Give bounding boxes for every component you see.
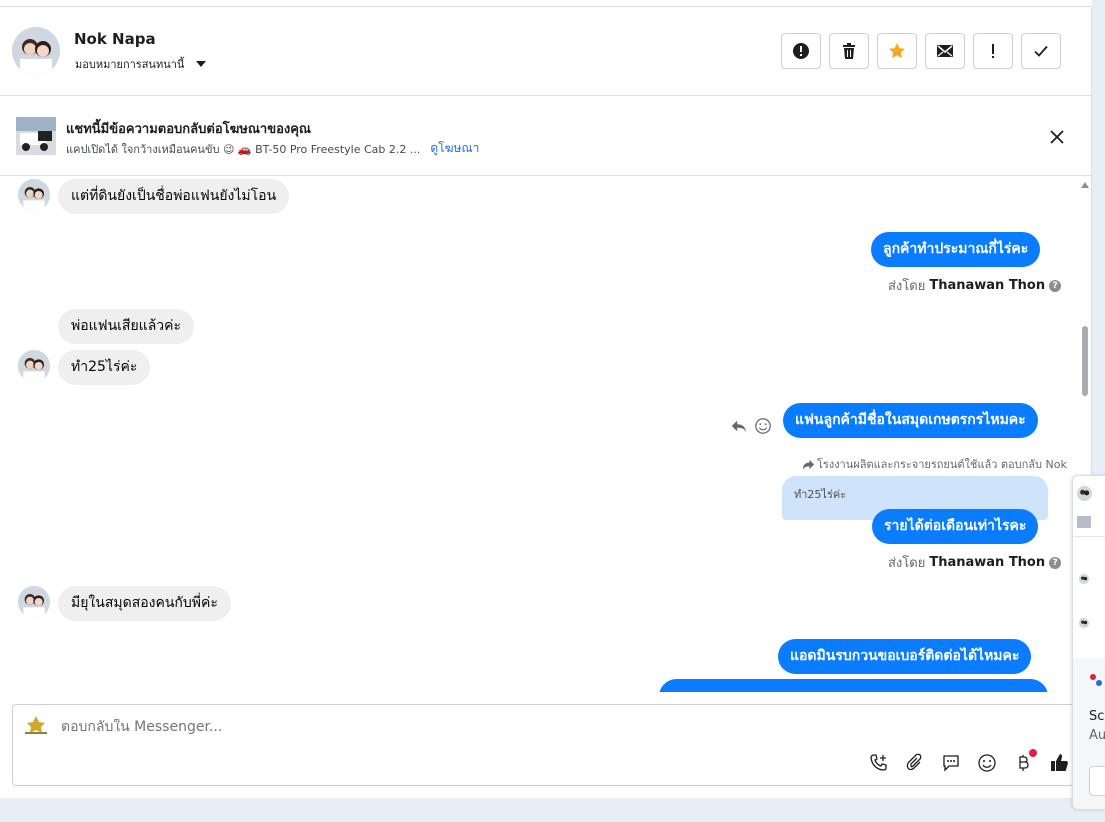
mini-ad-thumbnail xyxy=(1077,516,1091,528)
attach-button[interactable] xyxy=(903,751,927,775)
thumbs-up-icon xyxy=(1051,754,1068,771)
view-ad-link[interactable]: ดูโฆษณา xyxy=(430,139,479,158)
emoji-button[interactable] xyxy=(975,751,999,775)
header-actions xyxy=(781,33,1061,69)
sent-by-label: ส่งโดย Thanawan Thon ? xyxy=(888,275,1062,296)
outgoing-message[interactable]: รายได้ต่อเดือนเท่าไรคะ xyxy=(872,509,1039,544)
sent-by-prefix: ส่งโดย xyxy=(888,556,926,571)
exclamation-icon xyxy=(992,44,994,58)
contact-avatar[interactable] xyxy=(12,27,60,75)
payment-button[interactable] xyxy=(1011,749,1037,775)
top-strip xyxy=(0,0,1092,7)
smiley-icon xyxy=(978,754,996,772)
call-button[interactable] xyxy=(867,751,891,775)
mini-avatar xyxy=(1079,574,1089,584)
app-logo-icon xyxy=(1089,672,1103,686)
sent-by-label: ส่งโดย Thanawan Thon ? xyxy=(888,552,1062,573)
star-button[interactable] xyxy=(877,33,917,69)
phone-plus-icon xyxy=(870,754,887,771)
outgoing-message[interactable]: ลูกค้าทำประมาณกี่ไร่คะ xyxy=(871,232,1041,267)
mark-unread-button[interactable] xyxy=(925,33,965,69)
like-button[interactable] xyxy=(1047,751,1071,775)
reply-context-note: โรงงานผลิตและกระจายรถยนต์ใช้แล้ว ตอบกลับ… xyxy=(802,455,1067,473)
incoming-message[interactable]: มียุในสมุดสองคนกับพี่ค่ะ xyxy=(58,586,231,621)
mini-avatar xyxy=(1079,618,1089,628)
scrollbar-thumb[interactable] xyxy=(1082,326,1088,396)
incoming-message[interactable]: พ่อแฟนเสียแล้วค่ะ xyxy=(58,309,195,344)
conversation-header: Nok Napa มอบหมายการสนทนานี้ xyxy=(0,7,1092,96)
sent-by-prefix: ส่งโดย xyxy=(888,279,926,294)
outgoing-message[interactable]: แฟนลูกค้ามีชื่อในสมุดเกษตรกรไหมคะ xyxy=(783,403,1038,438)
sender-name: Thanawan Thon xyxy=(929,555,1046,570)
message-hover-actions xyxy=(730,417,772,435)
popup-title: Scr xyxy=(1089,709,1105,724)
sender-name: Thanawan Thon xyxy=(929,278,1046,293)
scroll-up-arrow-icon[interactable] xyxy=(1081,182,1089,188)
incoming-message[interactable]: ทำ25ไร่ค่ะ xyxy=(58,350,151,385)
outgoing-message[interactable]: แอดมินรบกวนขอเบอร์ติดต่อได้ไหมคะ xyxy=(778,639,1032,674)
ad-banner-title: แชทนี้มีข้อความตอบกลับต่อโฆษณาของคุณ xyxy=(66,122,311,137)
assign-conversation-dropdown[interactable]: มอบหมายการสนทนานี้ xyxy=(75,55,207,73)
divider xyxy=(1073,536,1105,537)
envelope-icon xyxy=(937,45,953,57)
saved-replies-button[interactable] xyxy=(939,751,963,775)
chat-bubble-icon xyxy=(943,755,959,772)
ad-thumbnail[interactable] xyxy=(16,117,56,155)
ad-reply-banner: แชทนี้มีข้อความตอบกลับต่อโฆษณาของคุณ แคป… xyxy=(0,96,1092,176)
side-popup-panel[interactable]: Scr Au xyxy=(1072,475,1105,810)
contact-name[interactable]: Nok Napa xyxy=(74,30,156,48)
ad-banner-subtitle: แคปเปิดได้ ใจกว้างเหมือนคนขับ 😉 🚗 BT-50 … xyxy=(66,142,421,156)
reply-arrow-icon xyxy=(802,459,815,470)
reply-context-text: โรงงานผลิตและกระจายรถยนต์ใช้แล้ว ตอบกลับ… xyxy=(817,458,1067,471)
contact-avatar xyxy=(18,586,50,618)
page-logo xyxy=(23,715,49,737)
star-icon xyxy=(889,43,905,59)
mark-spam-button[interactable] xyxy=(781,33,821,69)
assign-label: มอบหมายการสนทนานี้ xyxy=(75,58,185,71)
trash-icon xyxy=(843,43,855,59)
caret-down-icon xyxy=(196,61,207,67)
popup-subtitle: Au xyxy=(1089,728,1105,743)
close-icon xyxy=(1050,130,1064,144)
incoming-message[interactable]: แต่ที่ดินยังเป็นชื่อพ่อแฟนยังไม่โอน xyxy=(58,179,290,214)
mark-done-button[interactable] xyxy=(1021,33,1061,69)
delete-button[interactable] xyxy=(829,33,869,69)
ad-banner-subtitle-row: แคปเปิดได้ ใจกว้างเหมือนคนขับ 😉 🚗 BT-50 … xyxy=(66,139,479,158)
message-thread: แต่ที่ดินยังเป็นชื่อพ่อแฟนยังไม่โอน ลูกค… xyxy=(0,176,1092,692)
checkmark-icon xyxy=(1034,45,1048,57)
help-icon[interactable]: ? xyxy=(1049,556,1062,569)
composer-toolbar xyxy=(867,749,1071,775)
message-composer xyxy=(12,704,1074,786)
reply-input[interactable] xyxy=(61,719,761,735)
outgoing-message-partial[interactable] xyxy=(659,679,1048,692)
close-banner-button[interactable] xyxy=(1046,126,1068,148)
paperclip-icon xyxy=(906,753,922,771)
follow-up-button[interactable] xyxy=(973,33,1013,69)
help-icon[interactable]: ? xyxy=(1049,279,1062,292)
alert-circle-icon xyxy=(793,43,809,59)
notification-dot xyxy=(1029,749,1037,757)
reply-icon[interactable] xyxy=(730,417,748,435)
mini-avatar xyxy=(1077,486,1092,501)
emoji-reaction-icon[interactable] xyxy=(754,417,772,435)
contact-avatar xyxy=(18,350,50,382)
contact-avatar xyxy=(18,179,50,211)
popup-button[interactable] xyxy=(1089,766,1105,796)
